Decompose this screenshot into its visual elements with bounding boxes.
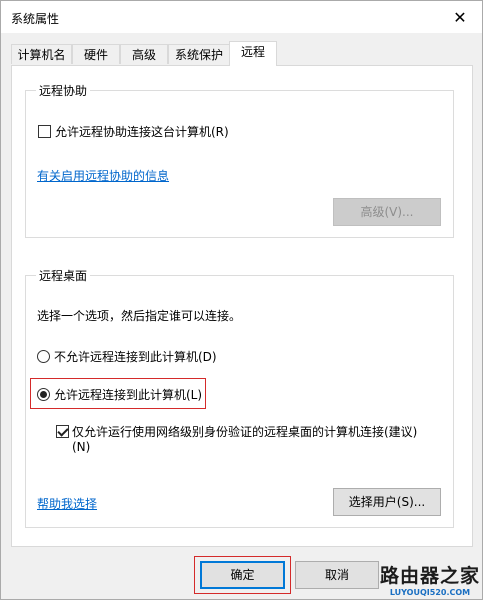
close-icon[interactable]: ✕: [438, 1, 482, 33]
tab-computer-name[interactable]: 计算机名: [11, 44, 72, 64]
watermark-main-text: 路由器之家: [379, 565, 480, 587]
allow-remote-assistance-label[interactable]: 允许远程协助连接这台计算机(R): [55, 123, 229, 140]
nla-only-label-line1[interactable]: 仅允许运行使用网络级别身份验证的远程桌面的计算机连接(建议): [72, 423, 417, 440]
nla-only-label-line2[interactable]: (N): [72, 440, 90, 454]
advanced-button[interactable]: 高级(V)...: [333, 198, 441, 226]
help-me-choose-link[interactable]: 帮助我选择: [37, 495, 97, 512]
cancel-button[interactable]: 取消: [295, 561, 379, 589]
tab-hardware[interactable]: 硬件: [72, 44, 120, 64]
remote-assistance-info-link[interactable]: 有关启用远程协助的信息: [37, 167, 169, 184]
remote-desktop-group-label: 远程桌面: [36, 267, 91, 284]
window-title: 系统属性: [11, 12, 60, 26]
watermark-logo: 路由器之家 LUYOUQI520.COM: [380, 561, 480, 597]
remote-tab-panel: 远程协助 允许远程协助连接这台计算机(R) 有关启用远程协助的信息 高级(V).…: [11, 65, 473, 547]
deny-remote-radio[interactable]: [37, 350, 50, 363]
remote-desktop-instruction: 选择一个选项，然后指定谁可以连接。: [37, 309, 242, 323]
deny-remote-label[interactable]: 不允许远程连接到此计算机(D): [54, 348, 217, 365]
title-bar: 系统属性 ✕: [1, 1, 482, 33]
allow-remote-highlight-box: [30, 378, 206, 409]
nla-only-checkbox[interactable]: [56, 425, 69, 438]
system-properties-dialog: 系统属性 ✕ 计算机名 硬件 高级 系统保护 远程 远程协助 允许远程协助连接这…: [0, 0, 483, 600]
ok-button[interactable]: 确定: [200, 561, 285, 589]
remote-assistance-group: 远程协助 允许远程协助连接这台计算机(R) 有关启用远程协助的信息 高级(V).…: [25, 82, 454, 238]
tab-remote[interactable]: 远程: [229, 41, 277, 66]
select-users-button[interactable]: 选择用户(S)...: [333, 488, 441, 516]
remote-assistance-group-label: 远程协助: [36, 82, 91, 99]
tab-system-protection[interactable]: 系统保护: [168, 44, 230, 64]
watermark-url-text: LUYOUQI520.COM: [389, 588, 471, 597]
allow-remote-assistance-checkbox[interactable]: [38, 125, 51, 138]
tab-advanced[interactable]: 高级: [120, 44, 168, 64]
remote-desktop-group: 远程桌面 选择一个选项，然后指定谁可以连接。 不允许远程连接到此计算机(D) 允…: [25, 267, 454, 528]
